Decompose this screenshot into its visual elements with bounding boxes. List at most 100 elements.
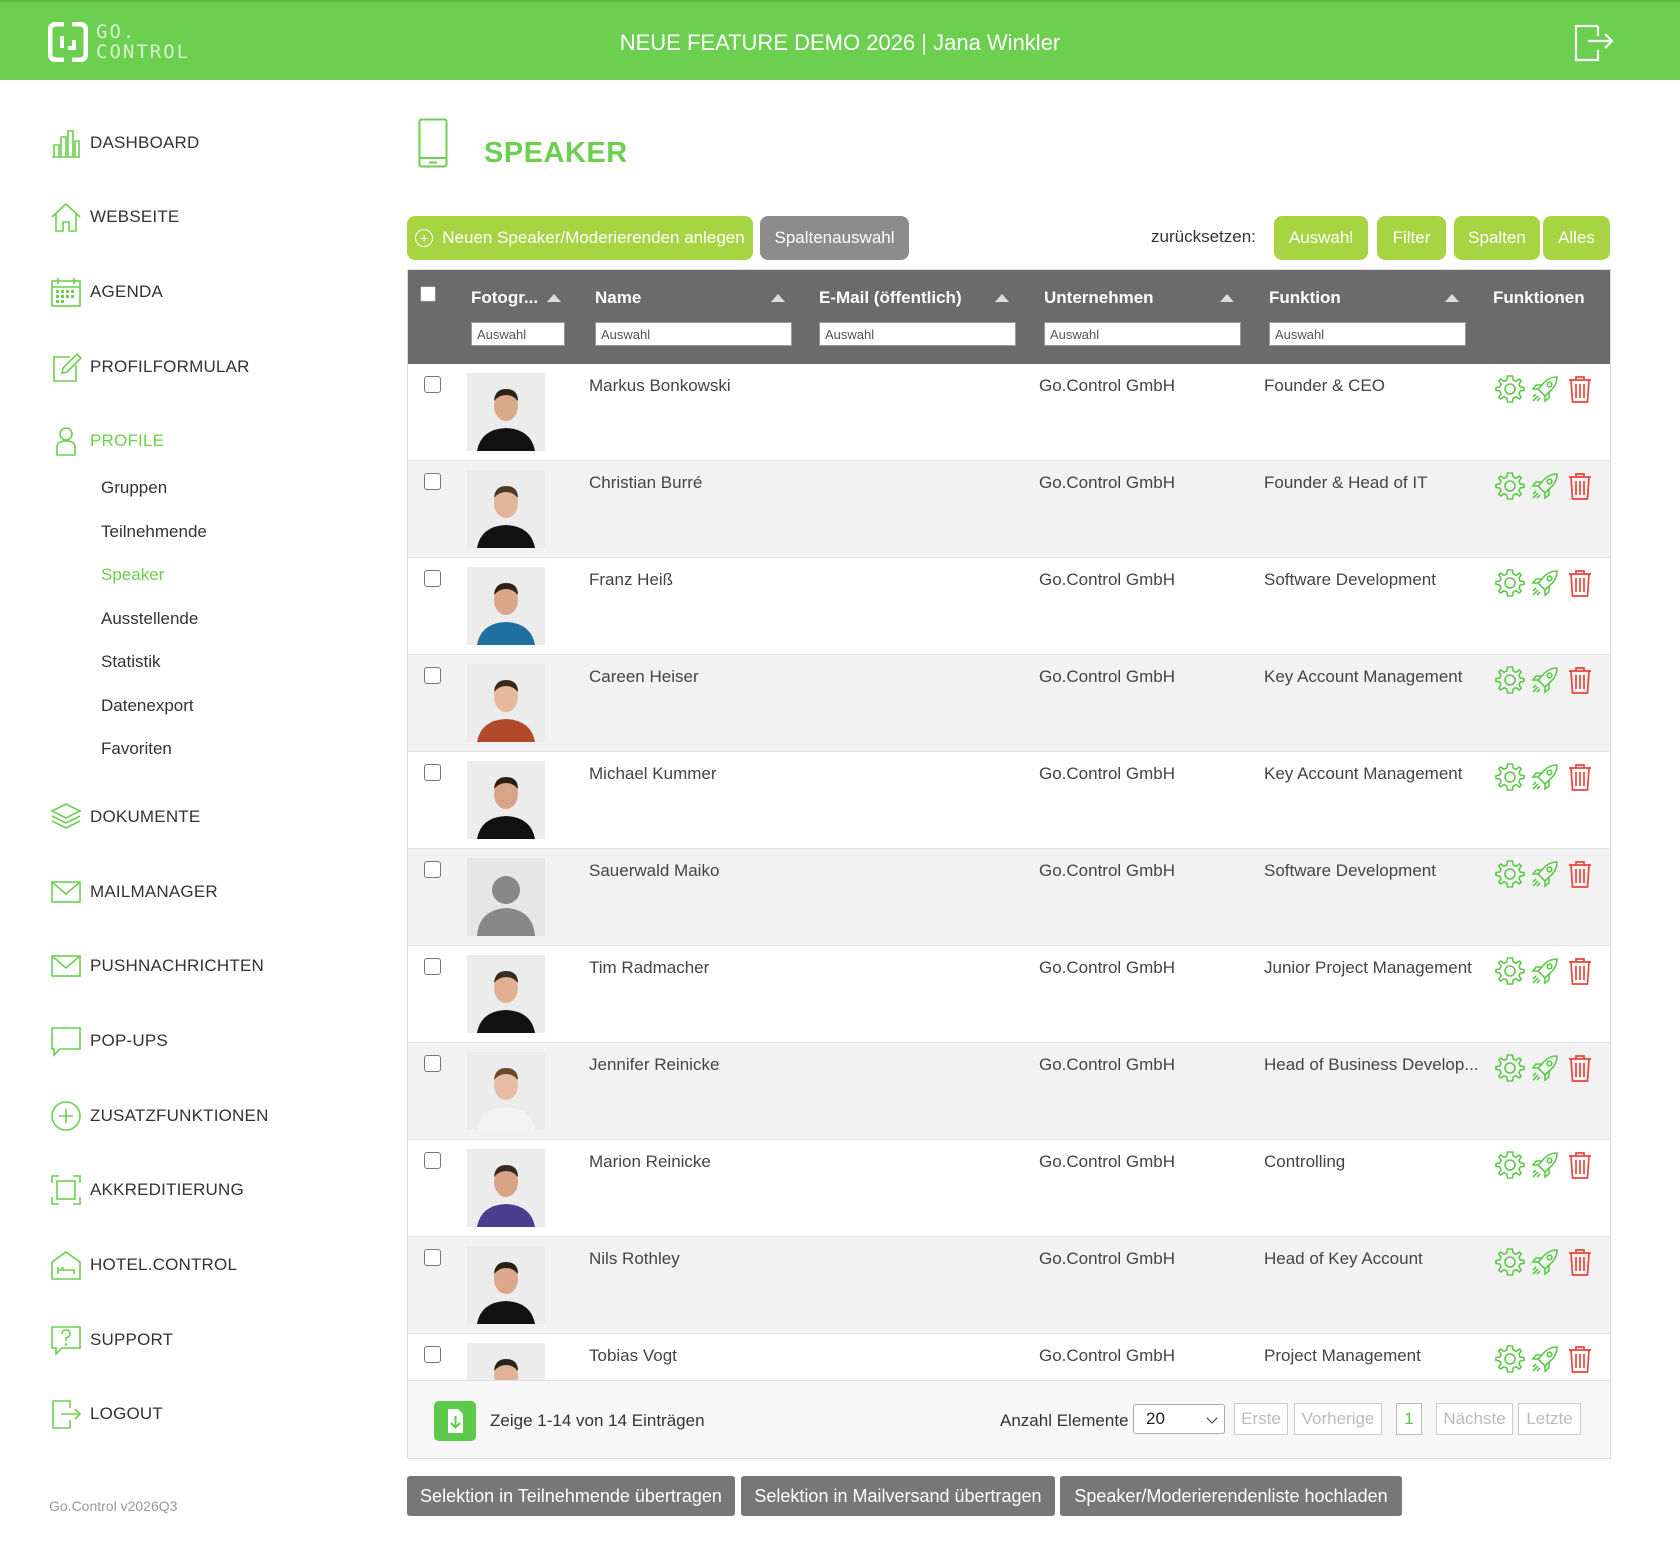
row-checkbox[interactable]	[424, 1249, 441, 1266]
table-row[interactable]: Tobias Vogt Go.Control GmbH Project Mana…	[408, 1334, 1610, 1381]
settings-gear-icon[interactable]	[1495, 665, 1525, 695]
reset-columns-button[interactable]: Spalten	[1454, 216, 1540, 260]
pagination-page-1[interactable]: 1	[1396, 1403, 1422, 1435]
sidebar-item-profile[interactable]: PROFILE	[50, 423, 164, 459]
cell-name[interactable]: Tim Radmacher	[589, 958, 709, 978]
rocket-icon[interactable]	[1530, 1150, 1560, 1180]
rocket-icon[interactable]	[1530, 568, 1560, 598]
column-header-company[interactable]: Unternehmen	[1044, 288, 1154, 308]
table-row[interactable]: Sauerwald Maiko Go.Control GmbH Software…	[408, 849, 1610, 946]
rocket-icon[interactable]	[1530, 956, 1560, 986]
delete-trash-icon[interactable]	[1565, 374, 1595, 404]
speaker-photo[interactable]	[467, 664, 545, 742]
rocket-icon[interactable]	[1530, 1344, 1560, 1374]
sidebar-subitem-datenexport[interactable]: Datenexport	[101, 696, 194, 716]
sidebar-subitem-ausstellende[interactable]: Ausstellende	[101, 609, 198, 629]
sidebar-item-mailmanager[interactable]: MAILMANAGER	[50, 874, 218, 910]
cell-name[interactable]: Careen Heiser	[589, 667, 699, 687]
pagination-next[interactable]: Nächste	[1436, 1403, 1513, 1435]
table-row[interactable]: Markus Bonkowski Go.Control GmbH Founder…	[408, 364, 1610, 461]
logout-icon[interactable]	[1570, 18, 1616, 64]
settings-gear-icon[interactable]	[1495, 1344, 1525, 1374]
delete-trash-icon[interactable]	[1565, 859, 1595, 889]
table-row[interactable]: Marion Reinicke Go.Control GmbH Controll…	[408, 1140, 1610, 1237]
column-header-photo[interactable]: Fotogr...	[471, 288, 538, 308]
rocket-icon[interactable]	[1530, 1053, 1560, 1083]
transfer-to-mailing-button[interactable]: Selektion in Mailversand übertragen	[741, 1476, 1055, 1516]
delete-trash-icon[interactable]	[1565, 665, 1595, 695]
speaker-photo[interactable]	[467, 1246, 545, 1324]
sidebar-item-pushnachrichten[interactable]: PUSHNACHRICHTEN	[50, 948, 264, 984]
sidebar-item-profilformular[interactable]: PROFILFORMULAR	[50, 349, 250, 385]
settings-gear-icon[interactable]	[1495, 1150, 1525, 1180]
sidebar-subitem-teilnehmende[interactable]: Teilnehmende	[101, 522, 207, 542]
column-header-email[interactable]: E-Mail (öffentlich)	[819, 288, 962, 308]
table-row[interactable]: Jennifer Reinicke Go.Control GmbH Head o…	[408, 1043, 1610, 1140]
speaker-photo[interactable]	[467, 955, 545, 1033]
reset-selection-button[interactable]: Auswahl	[1274, 216, 1368, 260]
delete-trash-icon[interactable]	[1565, 1150, 1595, 1180]
filter-email-input[interactable]	[819, 322, 1016, 346]
select-all-checkbox[interactable]	[420, 286, 436, 302]
transfer-to-participants-button[interactable]: Selektion in Teilnehmende übertragen	[407, 1476, 735, 1516]
sidebar-item-support[interactable]: SUPPORT	[50, 1322, 173, 1358]
rocket-icon[interactable]	[1530, 1247, 1560, 1277]
speaker-photo[interactable]	[467, 567, 545, 645]
speaker-photo[interactable]	[467, 761, 545, 839]
delete-trash-icon[interactable]	[1565, 1344, 1595, 1374]
sidebar-item-akkreditierung[interactable]: AKKREDITIERUNG	[50, 1172, 244, 1208]
settings-gear-icon[interactable]	[1495, 859, 1525, 889]
table-row[interactable]: Michael Kummer Go.Control GmbH Key Accou…	[408, 752, 1610, 849]
row-checkbox[interactable]	[424, 570, 441, 587]
row-checkbox[interactable]	[424, 958, 441, 975]
filter-company-input[interactable]	[1044, 322, 1241, 346]
reset-filter-button[interactable]: Filter	[1377, 216, 1446, 260]
cell-name[interactable]: Michael Kummer	[589, 764, 717, 784]
pagination-last[interactable]: Letzte	[1518, 1403, 1581, 1435]
upload-speaker-list-button[interactable]: Speaker/Moderierendenliste hochladen	[1060, 1476, 1402, 1516]
delete-trash-icon[interactable]	[1565, 762, 1595, 792]
rocket-icon[interactable]	[1530, 471, 1560, 501]
cell-name[interactable]: Markus Bonkowski	[589, 376, 731, 396]
settings-gear-icon[interactable]	[1495, 374, 1525, 404]
speaker-photo[interactable]	[467, 1343, 545, 1380]
reset-all-button[interactable]: Alles	[1543, 216, 1610, 260]
row-checkbox[interactable]	[424, 861, 441, 878]
cell-name[interactable]: Sauerwald Maiko	[589, 861, 719, 881]
filter-function-input[interactable]	[1269, 322, 1466, 346]
speaker-photo[interactable]	[467, 1149, 545, 1227]
speaker-photo[interactable]	[467, 470, 545, 548]
settings-gear-icon[interactable]	[1495, 956, 1525, 986]
sort-photo-icon[interactable]	[547, 294, 561, 302]
settings-gear-icon[interactable]	[1495, 471, 1525, 501]
cell-name[interactable]: Marion Reinicke	[589, 1152, 711, 1172]
sidebar-item-zusatzfunktionen[interactable]: ZUSATZFUNKTIONEN	[50, 1098, 269, 1134]
sidebar-subitem-gruppen[interactable]: Gruppen	[101, 478, 167, 498]
sidebar-item-agenda[interactable]: AGENDA	[50, 274, 163, 310]
sidebar-item-logout[interactable]: LOGOUT	[50, 1396, 163, 1432]
sidebar-item-dokumente[interactable]: DOKUMENTE	[50, 799, 200, 835]
table-row[interactable]: Franz Heiß Go.Control GmbH Software Deve…	[408, 558, 1610, 655]
row-checkbox[interactable]	[424, 1055, 441, 1072]
sort-company-icon[interactable]	[1220, 294, 1234, 302]
table-row[interactable]: Nils Rothley Go.Control GmbH Head of Key…	[408, 1237, 1610, 1334]
column-selection-button[interactable]: Spaltenauswahl	[760, 216, 909, 260]
cell-name[interactable]: Tobias Vogt	[589, 1346, 677, 1366]
row-checkbox[interactable]	[424, 1152, 441, 1169]
download-icon[interactable]	[434, 1401, 476, 1441]
row-checkbox[interactable]	[424, 667, 441, 684]
rocket-icon[interactable]	[1530, 859, 1560, 889]
cell-name[interactable]: Nils Rothley	[589, 1249, 680, 1269]
delete-trash-icon[interactable]	[1565, 1053, 1595, 1083]
row-checkbox[interactable]	[424, 764, 441, 781]
sidebar-item-dashboard[interactable]: DASHBOARD	[50, 125, 200, 161]
sort-name-icon[interactable]	[771, 294, 785, 302]
sidebar-item-hotel-control[interactable]: HOTEL.CONTROL	[50, 1247, 237, 1283]
settings-gear-icon[interactable]	[1495, 762, 1525, 792]
row-checkbox[interactable]	[424, 1346, 441, 1363]
cell-name[interactable]: Franz Heiß	[589, 570, 673, 590]
sort-email-icon[interactable]	[995, 294, 1009, 302]
settings-gear-icon[interactable]	[1495, 1053, 1525, 1083]
delete-trash-icon[interactable]	[1565, 568, 1595, 598]
sidebar-subitem-favoriten[interactable]: Favoriten	[101, 739, 172, 759]
